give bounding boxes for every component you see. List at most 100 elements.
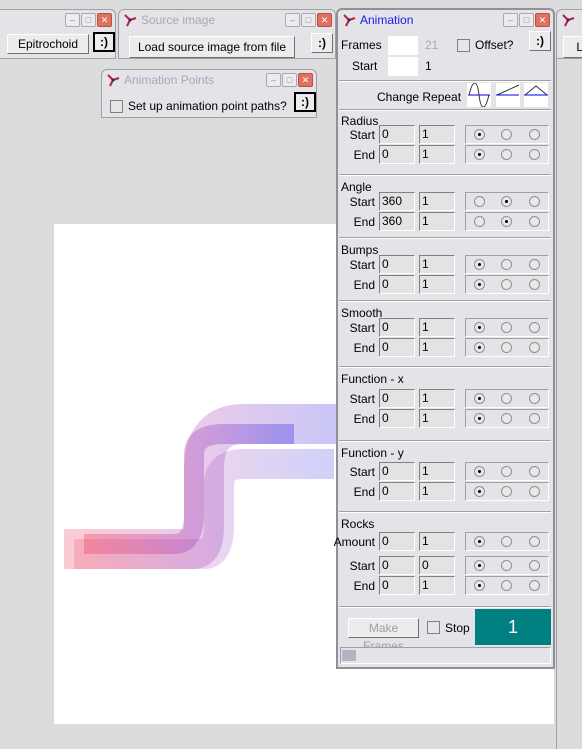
minimize-button[interactable]: – — [266, 73, 281, 87]
mode-radio[interactable] — [474, 216, 486, 227]
value-field-a[interactable]: 360 — [379, 192, 415, 211]
load-source-button[interactable]: Load source image from file — [129, 36, 295, 58]
value-field-b[interactable]: 1 — [419, 192, 455, 211]
value-field-b[interactable]: 1 — [419, 318, 455, 337]
mode-radio[interactable] — [528, 259, 540, 270]
value-field-a[interactable]: 0 — [379, 409, 415, 428]
mode-radio[interactable] — [528, 580, 540, 591]
mode-radio[interactable] — [501, 279, 513, 290]
value-field-b[interactable]: 1 — [419, 576, 455, 595]
mode-radio[interactable] — [501, 393, 513, 404]
value-field-b[interactable]: 1 — [419, 532, 455, 551]
mode-radio[interactable] — [501, 466, 513, 477]
mode-radio[interactable] — [474, 149, 486, 160]
mode-radio[interactable] — [528, 129, 540, 140]
mode-radio[interactable] — [474, 393, 486, 404]
value-field-a[interactable]: 0 — [379, 389, 415, 408]
mode-radio[interactable] — [528, 466, 540, 477]
mode-radio[interactable] — [501, 216, 513, 227]
mode-radio[interactable] — [528, 196, 540, 207]
close-button[interactable]: ✕ — [535, 13, 550, 27]
offset-checkbox[interactable] — [457, 39, 470, 52]
value-field-b[interactable]: 1 — [419, 212, 455, 231]
mode-radio[interactable] — [474, 413, 486, 424]
value-field-a[interactable]: 0 — [379, 576, 415, 595]
smile-button[interactable]: :) — [93, 32, 115, 52]
mode-radio[interactable] — [474, 279, 486, 290]
value-field-a[interactable]: 0 — [379, 145, 415, 164]
maximize-button[interactable]: □ — [282, 73, 297, 87]
value-field-b[interactable]: 1 — [419, 462, 455, 481]
value-field-b[interactable]: 1 — [419, 275, 455, 294]
mode-radio[interactable] — [474, 322, 486, 333]
mode-radio[interactable] — [501, 560, 513, 571]
mode-radio[interactable] — [528, 279, 540, 290]
mode-radio[interactable] — [474, 466, 486, 477]
value-field-a[interactable]: 0 — [379, 482, 415, 501]
mode-radio[interactable] — [501, 196, 513, 207]
sine-wave-icon[interactable] — [467, 83, 491, 107]
maximize-button[interactable]: □ — [519, 13, 534, 27]
mode-radio[interactable] — [528, 393, 540, 404]
mode-radio[interactable] — [528, 149, 540, 160]
mode-radio[interactable] — [474, 129, 486, 140]
mode-radio[interactable] — [528, 413, 540, 424]
maximize-button[interactable]: □ — [81, 13, 96, 27]
mode-radio[interactable] — [501, 322, 513, 333]
start-slider[interactable] — [388, 57, 418, 76]
value-field-a[interactable]: 0 — [379, 462, 415, 481]
mode-radio[interactable] — [474, 196, 486, 207]
value-field-b[interactable]: 1 — [419, 389, 455, 408]
value-field-a[interactable]: 0 — [379, 338, 415, 357]
value-field-a[interactable]: 360 — [379, 212, 415, 231]
animation-paths-checkbox[interactable] — [110, 100, 123, 113]
value-field-b[interactable]: 1 — [419, 125, 455, 144]
value-field-a[interactable]: 0 — [379, 532, 415, 551]
mode-radio[interactable] — [501, 149, 513, 160]
mode-radio[interactable] — [501, 413, 513, 424]
value-field-b[interactable]: 1 — [419, 409, 455, 428]
make-frames-button[interactable]: Make Frames — [348, 618, 419, 653]
mode-radio[interactable] — [474, 580, 486, 591]
maximize-button[interactable]: □ — [301, 13, 316, 27]
mode-radio[interactable] — [501, 486, 513, 497]
value-field-b[interactable]: 1 — [419, 482, 455, 501]
mode-radio[interactable] — [501, 129, 513, 140]
smile-button[interactable]: :) — [294, 92, 316, 112]
mode-radio[interactable] — [528, 536, 540, 547]
mode-radio[interactable] — [501, 580, 513, 591]
mode-radio[interactable] — [528, 486, 540, 497]
animation-titlebar[interactable]: Animation – □ ✕ — [338, 10, 553, 30]
epitrochoid-button[interactable]: Epitrochoid — [7, 34, 89, 54]
partial-titlebar[interactable]: – □ ✕ — [0, 10, 115, 30]
value-field-a[interactable]: 0 — [379, 318, 415, 337]
value-field-a[interactable]: 0 — [379, 125, 415, 144]
mode-radio[interactable] — [528, 560, 540, 571]
minimize-button[interactable]: – — [65, 13, 80, 27]
ramp-icon[interactable] — [496, 83, 520, 107]
value-field-b[interactable]: 0 — [419, 556, 455, 575]
load-button[interactable]: Lo — [563, 36, 582, 58]
mode-radio[interactable] — [474, 342, 486, 353]
minimize-button[interactable]: – — [503, 13, 518, 27]
points-titlebar[interactable]: Animation Points – □ ✕ — [102, 70, 316, 90]
minimize-button[interactable]: – — [285, 13, 300, 27]
triangle-icon[interactable] — [524, 83, 548, 107]
mode-radio[interactable] — [474, 259, 486, 270]
close-button[interactable]: ✕ — [317, 13, 332, 27]
close-button[interactable]: ✕ — [298, 73, 313, 87]
mode-radio[interactable] — [501, 259, 513, 270]
mode-radio[interactable] — [474, 486, 486, 497]
close-button[interactable]: ✕ — [97, 13, 112, 27]
mode-radio[interactable] — [528, 216, 540, 227]
stop-checkbox[interactable] — [427, 621, 440, 634]
mode-radio[interactable] — [474, 536, 486, 547]
mode-radio[interactable] — [501, 342, 513, 353]
value-field-a[interactable]: 0 — [379, 275, 415, 294]
source-titlebar[interactable]: Source image – □ ✕ — [119, 10, 335, 30]
mode-radio[interactable] — [528, 322, 540, 333]
frames-slider[interactable] — [388, 36, 418, 55]
smile-button[interactable]: :) — [529, 31, 551, 51]
value-field-b[interactable]: 1 — [419, 145, 455, 164]
mode-radio[interactable] — [474, 560, 486, 571]
